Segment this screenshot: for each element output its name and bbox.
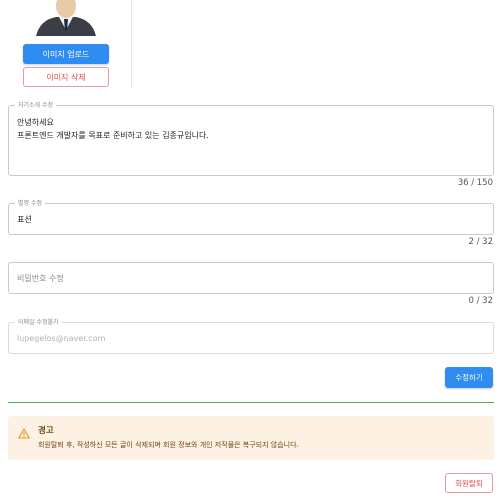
email-input: 이메일 수정불가 lupegelos@naver.com [8,318,494,354]
password-placeholder: 비밀번호 수정 [17,274,64,283]
warning-title: 경고 [38,426,54,436]
withdraw-button[interactable]: 회원탈퇴 [445,473,493,493]
bio-char-counter: 36 / 150 [457,178,493,188]
profile-divider [131,0,132,88]
bio-label: 자기소개 수정 [15,101,57,110]
bio-text-line2: 프론트엔드 개발자를 목표로 준비하고 있는 김종규입니다. [17,131,209,140]
email-value: lupegelos@naver.com [17,334,106,343]
nickname-input[interactable]: 별명 수정 표션 [8,199,494,235]
nickname-char-counter: 2 / 32 [468,237,494,247]
submit-button[interactable]: 수정하기 [445,367,493,388]
password-char-counter: 0 / 32 [468,296,494,306]
nickname-value: 표션 [17,215,32,224]
image-upload-button[interactable]: 이미지 업로드 [23,44,109,64]
warning-icon [18,424,30,443]
password-input[interactable]: 비밀번호 수정 [8,262,494,294]
image-delete-button[interactable]: 이미지 삭제 [23,67,109,87]
bio-textarea[interactable]: 자기소개 수정 안녕하세요 프론트엔드 개발자를 목표로 준비하고 있는 김종규… [8,101,494,176]
profile-avatar [32,0,100,36]
email-label: 이메일 수정불가 [15,318,62,327]
bio-text-line1: 안녕하세요 [17,118,54,127]
nickname-label: 별명 수정 [15,199,45,208]
section-divider [8,402,494,403]
warning-message: 회원탈퇴 후, 작성하신 모든 글이 삭제되며 회원 정보와 개인 저작물은 복… [38,441,299,449]
warning-alert: 경고 회원탈퇴 후, 작성하신 모든 글이 삭제되며 회원 정보와 개인 저작물… [8,416,494,460]
